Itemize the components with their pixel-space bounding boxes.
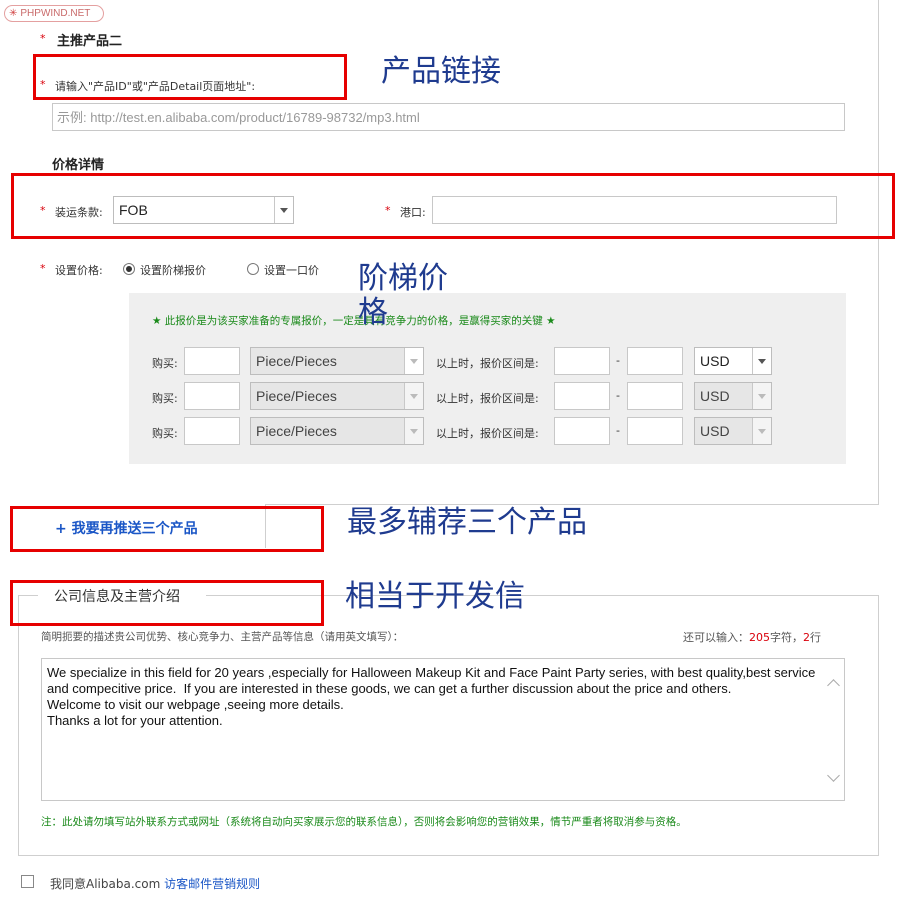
tier-range-label: 以上时，报价区间是: (436, 427, 539, 440)
tier-unit-value: Piece/Pieces (256, 423, 337, 439)
scroll-up-icon[interactable] (828, 677, 840, 689)
agree-checkbox[interactable] (21, 875, 34, 888)
price-details-title: 价格详情 (52, 158, 105, 173)
asterisk-icon: ✳ (9, 8, 18, 19)
chevron-down-icon (752, 348, 771, 374)
agree-text: 我同意Alibaba.com 访客邮件营销规则 (50, 875, 260, 892)
tier-buy-label: 购买: (152, 357, 178, 370)
tier-range-dash: - (616, 424, 620, 437)
tier-currency-select[interactable]: USD (694, 347, 772, 375)
required-marker: * (40, 32, 46, 45)
remaining-suffix: 行 (810, 631, 821, 644)
tier-price-min-input[interactable] (554, 347, 610, 375)
annotation-product-link: 产品链接 (381, 54, 501, 89)
annotation-tiered-price: 阶梯价 格 (358, 261, 448, 330)
radio-single-price[interactable] (247, 263, 259, 275)
annotation-box-company-info (10, 580, 324, 626)
company-desc-label: 简明扼要的描述贵公司优势、核心竞争力、主营产品等信息（请用英文填写）： (41, 631, 404, 643)
remaining-prefix: 还可以输入： (683, 631, 749, 644)
tier-range-label: 以上时，报价区间是: (436, 357, 539, 370)
tier-buy-label: 购买: (152, 427, 178, 440)
radio-tiered-price[interactable] (123, 263, 135, 275)
tier-price-min-input[interactable] (554, 417, 610, 445)
chevron-down-icon (752, 418, 771, 444)
chevron-down-icon (404, 418, 423, 444)
tier-quantity-input[interactable] (184, 382, 240, 410)
radio-single-label: 设置一口价 (264, 264, 319, 277)
tier-price-max-input[interactable] (627, 417, 683, 445)
company-info-note: 注：此处请勿填写站外联系方式或网址（系统将自动向买家展示您的联系信息），否则将会… (41, 816, 687, 828)
tier-unit-value: Piece/Pieces (256, 353, 337, 369)
remaining-lines: 2 (803, 631, 810, 644)
product-link-input[interactable]: 示例: http://test.en.alibaba.com/product/1… (52, 103, 845, 131)
tier-currency-value: USD (700, 388, 730, 404)
tier-range-dash: - (616, 389, 620, 402)
tier-price-min-input[interactable] (554, 382, 610, 410)
set-price-label: 设置价格: (55, 264, 103, 277)
tier-currency-select[interactable]: USD (694, 417, 772, 445)
remaining-chars: 205 (749, 631, 770, 644)
radio-tiered-label: 设置阶梯报价 (140, 264, 206, 277)
annotation-box-shipping (11, 173, 895, 239)
tier-buy-label: 购买: (152, 392, 178, 405)
tier-range-dash: - (616, 354, 620, 367)
company-desc-textarea[interactable]: We specialize in this field for 20 years… (41, 658, 845, 801)
watermark-badge: ✳ PHPWIND.NET (4, 5, 104, 22)
agree-label: 我同意Alibaba.com (50, 877, 161, 891)
remaining-mid: 字符， (770, 631, 803, 644)
section-title-product2: 主推产品二 (57, 34, 123, 49)
tier-unit-value: Piece/Pieces (256, 388, 337, 404)
tier-unit-select[interactable]: Piece/Pieces (250, 417, 424, 445)
tier-price-max-input[interactable] (627, 382, 683, 410)
company-desc-text: We specialize in this field for 20 years… (47, 665, 816, 728)
tier-currency-value: USD (700, 423, 730, 439)
scroll-down-icon[interactable] (828, 771, 840, 783)
tier-note: ★ 此报价是为该买家准备的专属报价，一定是具有竞争力的价格，是赢得买家的关键 ★ (152, 315, 556, 327)
panel-border (878, 0, 879, 505)
tier-unit-select[interactable]: Piece/Pieces (250, 347, 424, 375)
tier-quantity-input[interactable] (184, 347, 240, 375)
tier-currency-select[interactable]: USD (694, 382, 772, 410)
chevron-down-icon (404, 383, 423, 409)
tier-quantity-input[interactable] (184, 417, 240, 445)
tier-range-label: 以上时，报价区间是: (436, 392, 539, 405)
required-marker: * (40, 262, 46, 275)
chevron-down-icon (404, 348, 423, 374)
agree-rules-link[interactable]: 访客邮件营销规则 (164, 877, 260, 891)
product-link-placeholder: 示例: http://test.en.alibaba.com/product/1… (57, 110, 420, 125)
tier-currency-value: USD (700, 353, 730, 369)
annotation-box-product-link (33, 54, 347, 100)
annotation-dev-letter: 相当于开发信 (345, 579, 525, 614)
chevron-down-icon (752, 383, 771, 409)
remaining-counter: 还可以输入：205字符，2行 (683, 629, 821, 645)
tier-price-max-input[interactable] (627, 347, 683, 375)
watermark-text: PHPWIND.NET (20, 8, 91, 19)
annotation-box-add-more (10, 506, 324, 552)
annotation-max-three: 最多辅荐三个产品 (347, 505, 587, 540)
tier-unit-select[interactable]: Piece/Pieces (250, 382, 424, 410)
